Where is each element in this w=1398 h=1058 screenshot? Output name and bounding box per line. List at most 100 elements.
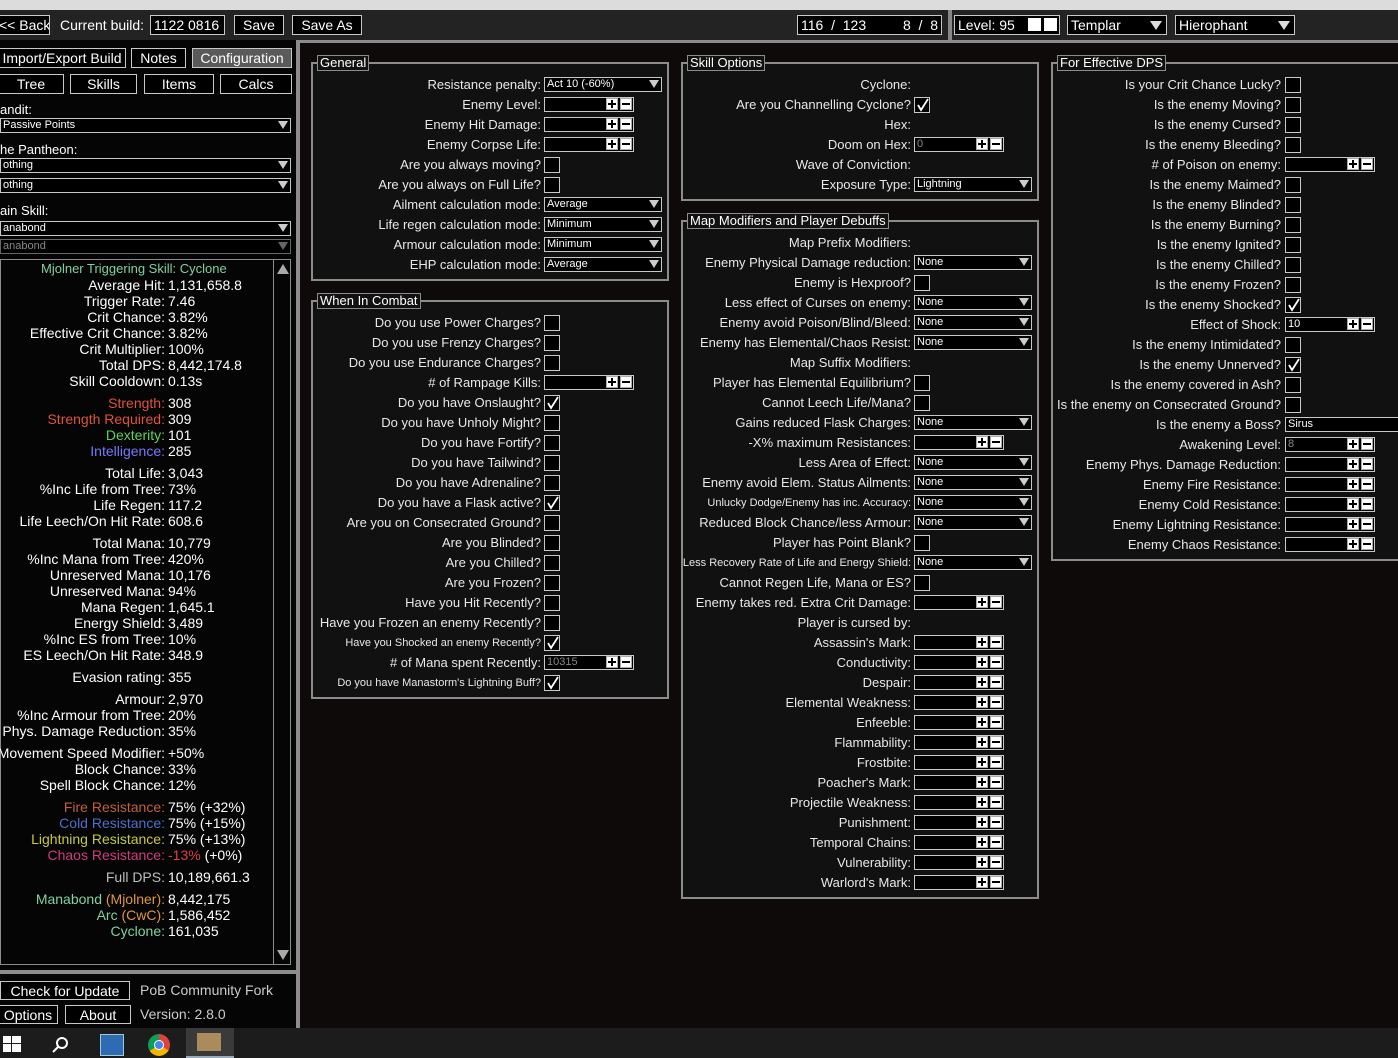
plus-icon[interactable] [606,118,618,130]
pantheon-major-select[interactable]: othing [0,158,291,173]
plus-icon[interactable] [1347,438,1359,450]
config-number-input[interactable] [1285,497,1375,512]
config-checkbox[interactable] [544,475,560,491]
config-checkbox[interactable] [544,435,560,451]
config-checkbox[interactable] [914,275,930,291]
config-checkbox[interactable] [1285,397,1301,413]
plus-icon[interactable] [976,736,988,748]
config-checkbox[interactable] [1285,77,1301,93]
plus-icon[interactable] [976,876,988,888]
config-number-input[interactable] [1285,457,1375,472]
config-checkbox[interactable] [1285,217,1301,233]
config-dropdown[interactable]: None [914,515,1032,530]
search-icon[interactable] [52,1036,70,1054]
tab-tree[interactable]: Tree [0,74,64,94]
level-plus-icon[interactable] [1028,18,1041,31]
bandit-select[interactable]: Passive Points [0,118,291,133]
config-dropdown[interactable]: Lightning [914,177,1032,192]
plus-icon[interactable] [1347,158,1359,170]
plus-icon[interactable] [1347,538,1359,550]
config-number-input[interactable] [914,435,1004,450]
minus-icon[interactable] [990,636,1002,648]
level-field[interactable]: Level: 95 [954,15,1060,35]
save-as-button[interactable]: Save As [292,15,362,35]
minus-icon[interactable] [990,856,1002,868]
plus-icon[interactable] [976,796,988,808]
minus-icon[interactable] [990,756,1002,768]
ascendancy-select[interactable]: Hierophant [1175,15,1295,35]
config-checkbox[interactable] [544,575,560,591]
config-dropdown[interactable]: Average [544,257,662,272]
main-skill-select[interactable]: anabond [0,221,291,236]
minus-icon[interactable] [1361,458,1373,470]
scroll-down-icon[interactable] [277,950,289,960]
config-number-input[interactable] [914,635,1004,650]
plus-icon[interactable] [1347,478,1359,490]
config-dropdown[interactable]: None [914,475,1032,490]
config-number-input[interactable] [1285,477,1375,492]
config-checkbox[interactable] [1285,97,1301,113]
config-checkbox[interactable] [1285,337,1301,353]
config-checkbox[interactable] [1285,177,1301,193]
plus-icon[interactable] [976,596,988,608]
minus-icon[interactable] [620,98,632,110]
minus-icon[interactable] [990,876,1002,888]
check-update-button[interactable]: Check for Update [0,981,130,1000]
save-button[interactable]: Save [234,15,284,35]
plus-icon[interactable] [606,656,618,668]
minus-icon[interactable] [990,656,1002,668]
minus-icon[interactable] [1361,158,1373,170]
config-checkbox[interactable] [544,535,560,551]
config-checkbox[interactable] [544,515,560,531]
config-dropdown[interactable]: Minimum [544,237,662,252]
windows-icon[interactable] [3,1036,21,1052]
config-number-input[interactable] [914,595,1004,610]
minus-icon[interactable] [1361,318,1373,330]
config-number-input[interactable] [914,855,1004,870]
config-checkbox[interactable] [914,575,930,591]
plus-icon[interactable] [606,138,618,150]
minus-icon[interactable] [620,376,632,388]
config-number-input[interactable]: 8 [1285,437,1375,452]
plus-icon[interactable] [976,716,988,728]
config-dropdown[interactable]: Average [544,197,662,212]
config-checkbox[interactable] [544,615,560,631]
minus-icon[interactable] [990,776,1002,788]
minus-icon[interactable] [990,836,1002,848]
config-checkbox[interactable] [1285,357,1301,373]
config-number-input[interactable] [914,775,1004,790]
config-number-input[interactable] [914,735,1004,750]
plus-icon[interactable] [976,776,988,788]
tab-items[interactable]: Items [144,74,214,94]
plus-icon[interactable] [606,376,618,388]
config-checkbox[interactable] [1285,377,1301,393]
config-number-input[interactable]: 0 [914,137,1004,152]
config-checkbox[interactable] [544,675,560,691]
config-number-input[interactable] [914,795,1004,810]
config-number-input[interactable] [544,117,634,132]
config-checkbox[interactable] [1285,297,1301,313]
plus-icon[interactable] [976,836,988,848]
config-number-input[interactable] [544,375,634,390]
config-checkbox[interactable] [1285,257,1301,273]
plus-icon[interactable] [976,816,988,828]
config-checkbox[interactable] [544,315,560,331]
config-checkbox[interactable] [914,395,930,411]
config-number-input[interactable] [544,137,634,152]
config-dropdown[interactable]: None [914,335,1032,350]
config-dropdown[interactable]: None [914,455,1032,470]
notes-button[interactable]: Notes [131,48,186,68]
stats-scrollbar[interactable] [273,260,291,964]
config-checkbox[interactable] [544,455,560,471]
chrome-icon[interactable] [148,1034,170,1056]
config-number-input[interactable] [914,875,1004,890]
config-number-input[interactable] [914,755,1004,770]
minus-icon[interactable] [620,118,632,130]
config-number-input[interactable]: 10315 [544,655,634,670]
plus-icon[interactable] [976,436,988,448]
build-name-field[interactable]: 1122 0816 [150,15,225,35]
minus-icon[interactable] [990,816,1002,828]
config-dropdown[interactable]: None [914,255,1032,270]
import-export-button[interactable]: Import/Export Build [0,48,126,68]
config-number-input[interactable] [914,835,1004,850]
